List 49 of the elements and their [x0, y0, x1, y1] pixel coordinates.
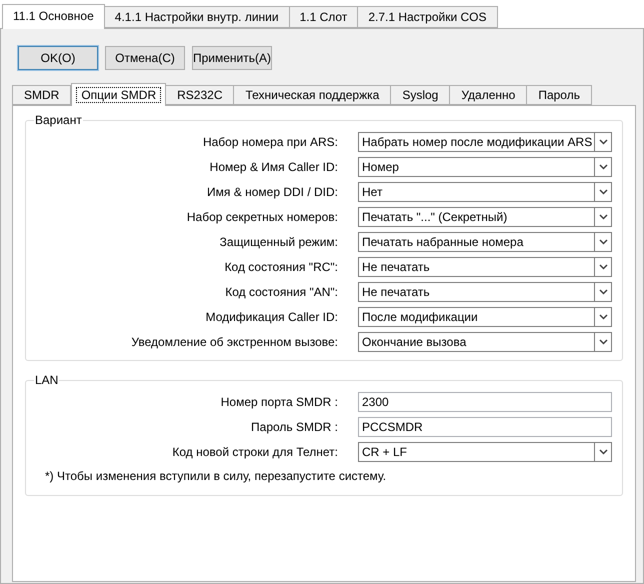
tab[interactable]: 4.1.1 Настройки внутр. линии	[104, 6, 290, 28]
tab[interactable]: 11.1 Основное	[2, 4, 105, 29]
chevron-down-icon	[598, 164, 608, 170]
dropdown[interactable]: CR + LF	[358, 442, 612, 462]
field-label: Пароль SMDR :	[250, 418, 339, 436]
field-label: Защищенный режим:	[218, 234, 339, 250]
input-field[interactable]: 2300	[358, 392, 612, 412]
note-text: *) Чтобы изменения вступили в силу, перезапустите систему.	[44, 468, 388, 485]
field-label: Номер & Имя Caller ID:	[208, 158, 339, 176]
button[interactable]: Отмена(C)	[105, 46, 185, 70]
field-label: Номер порта SMDR :	[220, 394, 339, 410]
chevron-down-icon	[598, 448, 608, 454]
dropdown[interactable]: Не печатать	[358, 256, 612, 276]
chevron-down-icon	[598, 214, 608, 220]
dropdown[interactable]: Набрать номер после модификации ARS	[358, 132, 612, 152]
chevron-down-icon	[598, 338, 608, 344]
field-label: Код состояния "RC":	[224, 258, 339, 276]
tab[interactable]: SMDR	[12, 85, 72, 105]
dropdown[interactable]: Печатать набранные номера	[358, 232, 612, 252]
dropdown[interactable]: Окончание вызова	[358, 332, 612, 352]
field-label: Модификация Caller ID:	[204, 308, 339, 326]
tab[interactable]: Syslog	[390, 85, 450, 105]
button[interactable]: Применить(A)	[192, 46, 272, 70]
input-field[interactable]: PCCSMDR	[358, 416, 612, 436]
tab[interactable]: Опции SMDR	[71, 83, 166, 106]
chevron-down-icon	[598, 188, 608, 194]
tab[interactable]: Техническая поддержка	[233, 85, 392, 105]
tab[interactable]: RS232C	[165, 85, 234, 105]
dropdown[interactable]: Нет	[358, 182, 612, 202]
tab[interactable]: Удаленно	[449, 85, 528, 105]
chevron-down-icon	[598, 138, 608, 144]
tab[interactable]: Пароль	[526, 85, 592, 105]
dropdown[interactable]: Печатать "..." (Секретный)	[358, 206, 612, 226]
chevron-down-icon	[598, 238, 608, 244]
field-label: Имя & номер DDI / DID:	[206, 184, 339, 200]
field-label: Набор секретных номеров:	[186, 208, 339, 226]
dropdown[interactable]: Номер	[358, 156, 612, 176]
field-label: Уведомление об экстренном вызове:	[130, 334, 339, 350]
button[interactable]: OK(O)	[18, 46, 98, 70]
field-label: Код новой строки для Телнет:	[171, 444, 339, 460]
dropdown[interactable]: После модификации	[358, 306, 612, 326]
tab[interactable]: 1.1 Слот	[288, 6, 358, 28]
dropdown[interactable]: Не печатать	[358, 282, 612, 302]
field-label: Набор номера при ARS:	[202, 134, 339, 150]
chevron-down-icon	[598, 314, 608, 320]
chevron-down-icon	[598, 264, 608, 270]
field-label: Код состояния "AN":	[224, 284, 339, 300]
tab[interactable]: 2.7.1 Настройки COS	[357, 6, 498, 28]
chevron-down-icon	[598, 288, 608, 294]
